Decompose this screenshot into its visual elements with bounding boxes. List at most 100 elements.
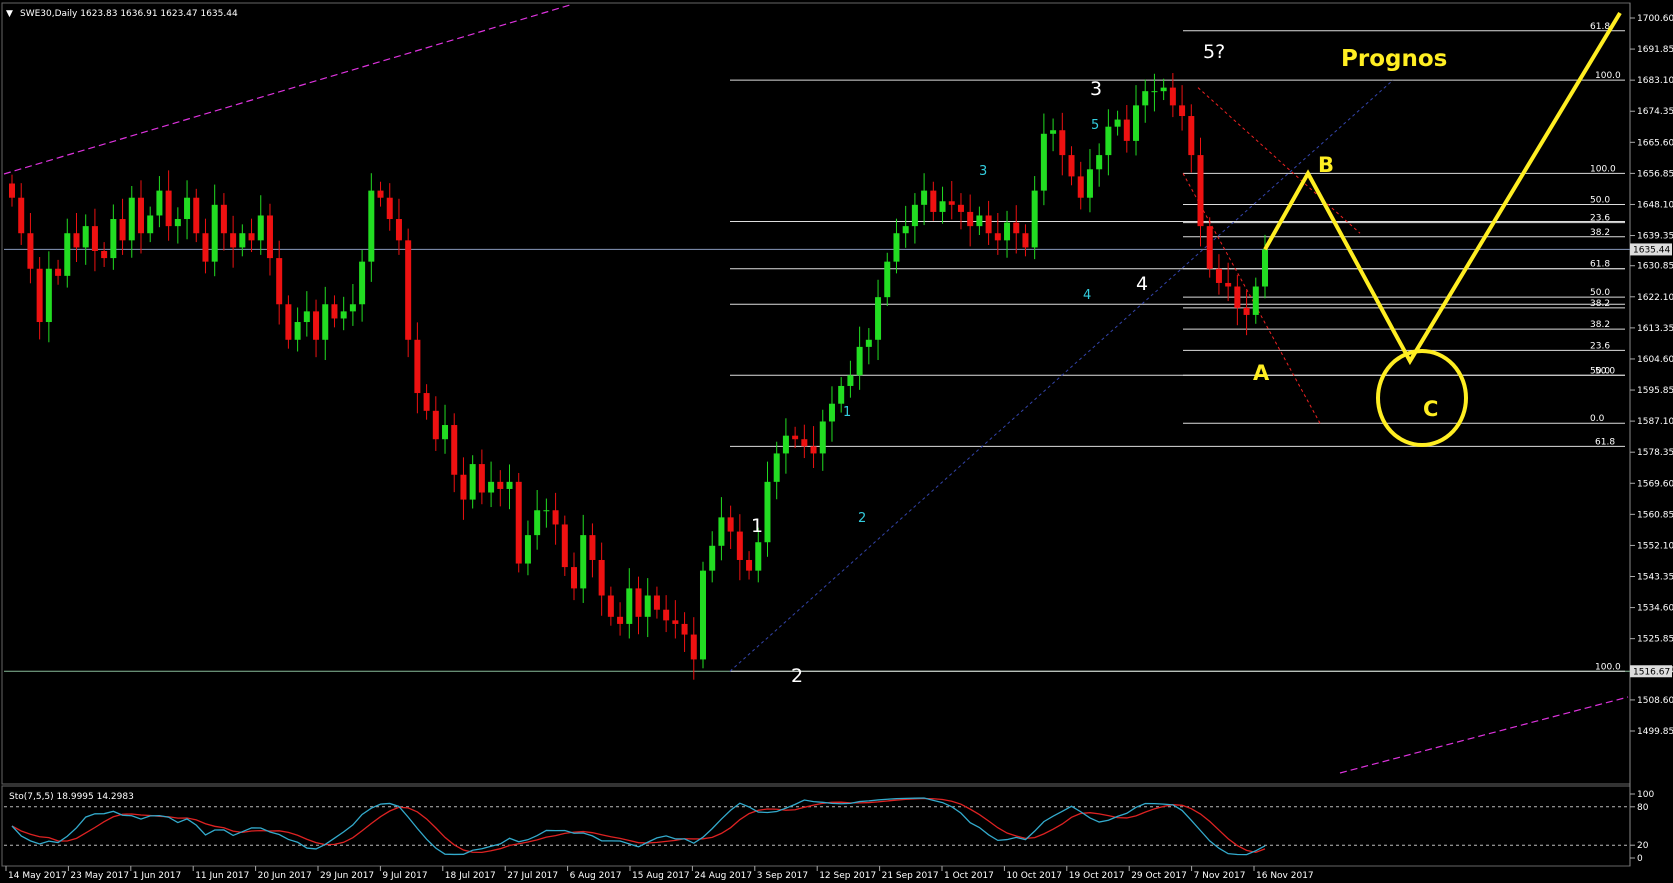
candle-body xyxy=(1215,268,1222,283)
candle-body xyxy=(1123,119,1130,141)
wave-cyan-1: 1 xyxy=(843,405,851,420)
red-dotted-line-b xyxy=(1197,87,1361,234)
price-tick-label: 1587.10 xyxy=(1637,417,1673,427)
wave-cyan-2: 2 xyxy=(858,511,866,526)
price-tick-label: 1595.85 xyxy=(1637,386,1673,396)
symbol-header: SWE30,Daily 1623.83 1636.91 1623.47 1635… xyxy=(20,9,238,19)
candle-body xyxy=(156,190,163,216)
candle-body xyxy=(782,435,789,454)
candle-body xyxy=(985,215,992,234)
candle-body xyxy=(368,190,375,262)
candle-body xyxy=(386,197,393,220)
time-tick-label: 23 May 2017 xyxy=(70,871,129,881)
candle-body xyxy=(313,311,320,340)
price-tick-label: 1674.35 xyxy=(1637,107,1673,117)
candle-body xyxy=(257,215,264,241)
stoch-tick-label: 20 xyxy=(1637,841,1649,851)
fib-secondary-label: 0.0 xyxy=(1590,414,1605,424)
channel-lower-line xyxy=(1339,696,1629,774)
candle-body xyxy=(1243,307,1250,315)
time-tick-label: 29 Oct 2017 xyxy=(1131,871,1187,881)
candle-body xyxy=(469,464,476,500)
stoch-tick-label: 80 xyxy=(1637,803,1649,813)
candle-body xyxy=(672,620,679,624)
candle-body xyxy=(276,258,283,305)
candle-body xyxy=(73,233,80,248)
price-tick-label: 1683.10 xyxy=(1637,76,1673,86)
candle-body xyxy=(488,481,495,493)
candle-body xyxy=(736,531,743,560)
candle-body xyxy=(322,304,329,340)
candle-body xyxy=(911,204,918,227)
candle-body xyxy=(921,190,928,205)
candle-body xyxy=(571,567,578,589)
price-tick-label: 1578.35 xyxy=(1637,448,1673,458)
candle-body xyxy=(838,385,845,404)
candle-body xyxy=(607,595,614,617)
candle-body xyxy=(91,226,98,251)
time-tick-label: 6 Aug 2017 xyxy=(570,871,622,881)
candle-body xyxy=(64,233,71,276)
candle-body xyxy=(663,609,670,621)
time-tick-label: 11 Jun 2017 xyxy=(195,871,249,881)
prognos-title: Prognos xyxy=(1341,46,1447,72)
price-tick-label: 1648.10 xyxy=(1637,200,1673,210)
candle-body xyxy=(626,588,633,624)
candle-body xyxy=(165,190,172,227)
candle-body xyxy=(1234,286,1241,308)
candle-body xyxy=(395,219,402,241)
price-tick-label: 1691.85 xyxy=(1637,45,1673,55)
candle-body xyxy=(478,464,485,493)
candle-body xyxy=(414,339,421,394)
candle-body xyxy=(893,233,900,262)
stoch-main-line xyxy=(11,797,1266,856)
fib-primary-label: 100.0 xyxy=(1595,662,1621,672)
candle-body xyxy=(515,481,522,564)
wave-cyan-4: 4 xyxy=(1083,288,1091,303)
time-tick-label: 1 Jun 2017 xyxy=(133,871,181,881)
main-pane-border xyxy=(1,2,1631,785)
header-arrow-icon[interactable]: ▼ xyxy=(6,9,13,19)
candle-body xyxy=(1022,233,1029,248)
price-tick-label: 1508.60 xyxy=(1637,696,1673,706)
time-tick-label: 15 Aug 2017 xyxy=(632,871,690,881)
candle-body xyxy=(755,542,762,571)
candle-body xyxy=(174,219,181,227)
wave-white-4: 4 xyxy=(1136,273,1148,295)
stoch-tick-label: 100 xyxy=(1637,790,1654,800)
candle-body xyxy=(239,233,246,248)
candle-body xyxy=(884,261,891,298)
time-tick-label: 12 Sep 2017 xyxy=(819,871,876,881)
candle-body xyxy=(1151,91,1158,93)
price-tick-label: 1613.35 xyxy=(1637,324,1673,334)
fib-primary-label: 100.0 xyxy=(1595,71,1621,81)
candle-body xyxy=(110,219,117,259)
wave-cyan-5: 5 xyxy=(1091,118,1099,133)
candle-body xyxy=(1169,87,1176,106)
fib-secondary-label: 50.0 xyxy=(1590,288,1610,298)
price-tick-label: 1639.35 xyxy=(1637,232,1673,242)
time-tick-label: 10 Oct 2017 xyxy=(1006,871,1062,881)
candle-body xyxy=(9,183,15,198)
candle-body xyxy=(653,595,660,610)
candle-body xyxy=(1252,286,1259,315)
candle-body xyxy=(55,268,62,276)
candle-body xyxy=(1179,105,1186,117)
candle-body xyxy=(202,233,209,262)
candle-body xyxy=(27,233,34,269)
price-tick-label: 1604.60 xyxy=(1637,355,1673,365)
price-tick-label: 1525.85 xyxy=(1637,635,1673,645)
candle-body xyxy=(349,304,356,312)
candle-body xyxy=(561,524,568,568)
candle-body xyxy=(1197,155,1204,227)
candle-body xyxy=(1031,190,1038,248)
candle-body xyxy=(1077,176,1084,198)
candle-body xyxy=(1142,91,1149,106)
candle-body xyxy=(875,297,882,340)
candle-body xyxy=(699,570,706,660)
candle-body xyxy=(101,250,108,259)
candle-body xyxy=(451,425,458,475)
candle-body xyxy=(524,535,531,564)
candle-body xyxy=(948,201,955,205)
time-tick-label: 14 May 2017 xyxy=(8,871,67,881)
